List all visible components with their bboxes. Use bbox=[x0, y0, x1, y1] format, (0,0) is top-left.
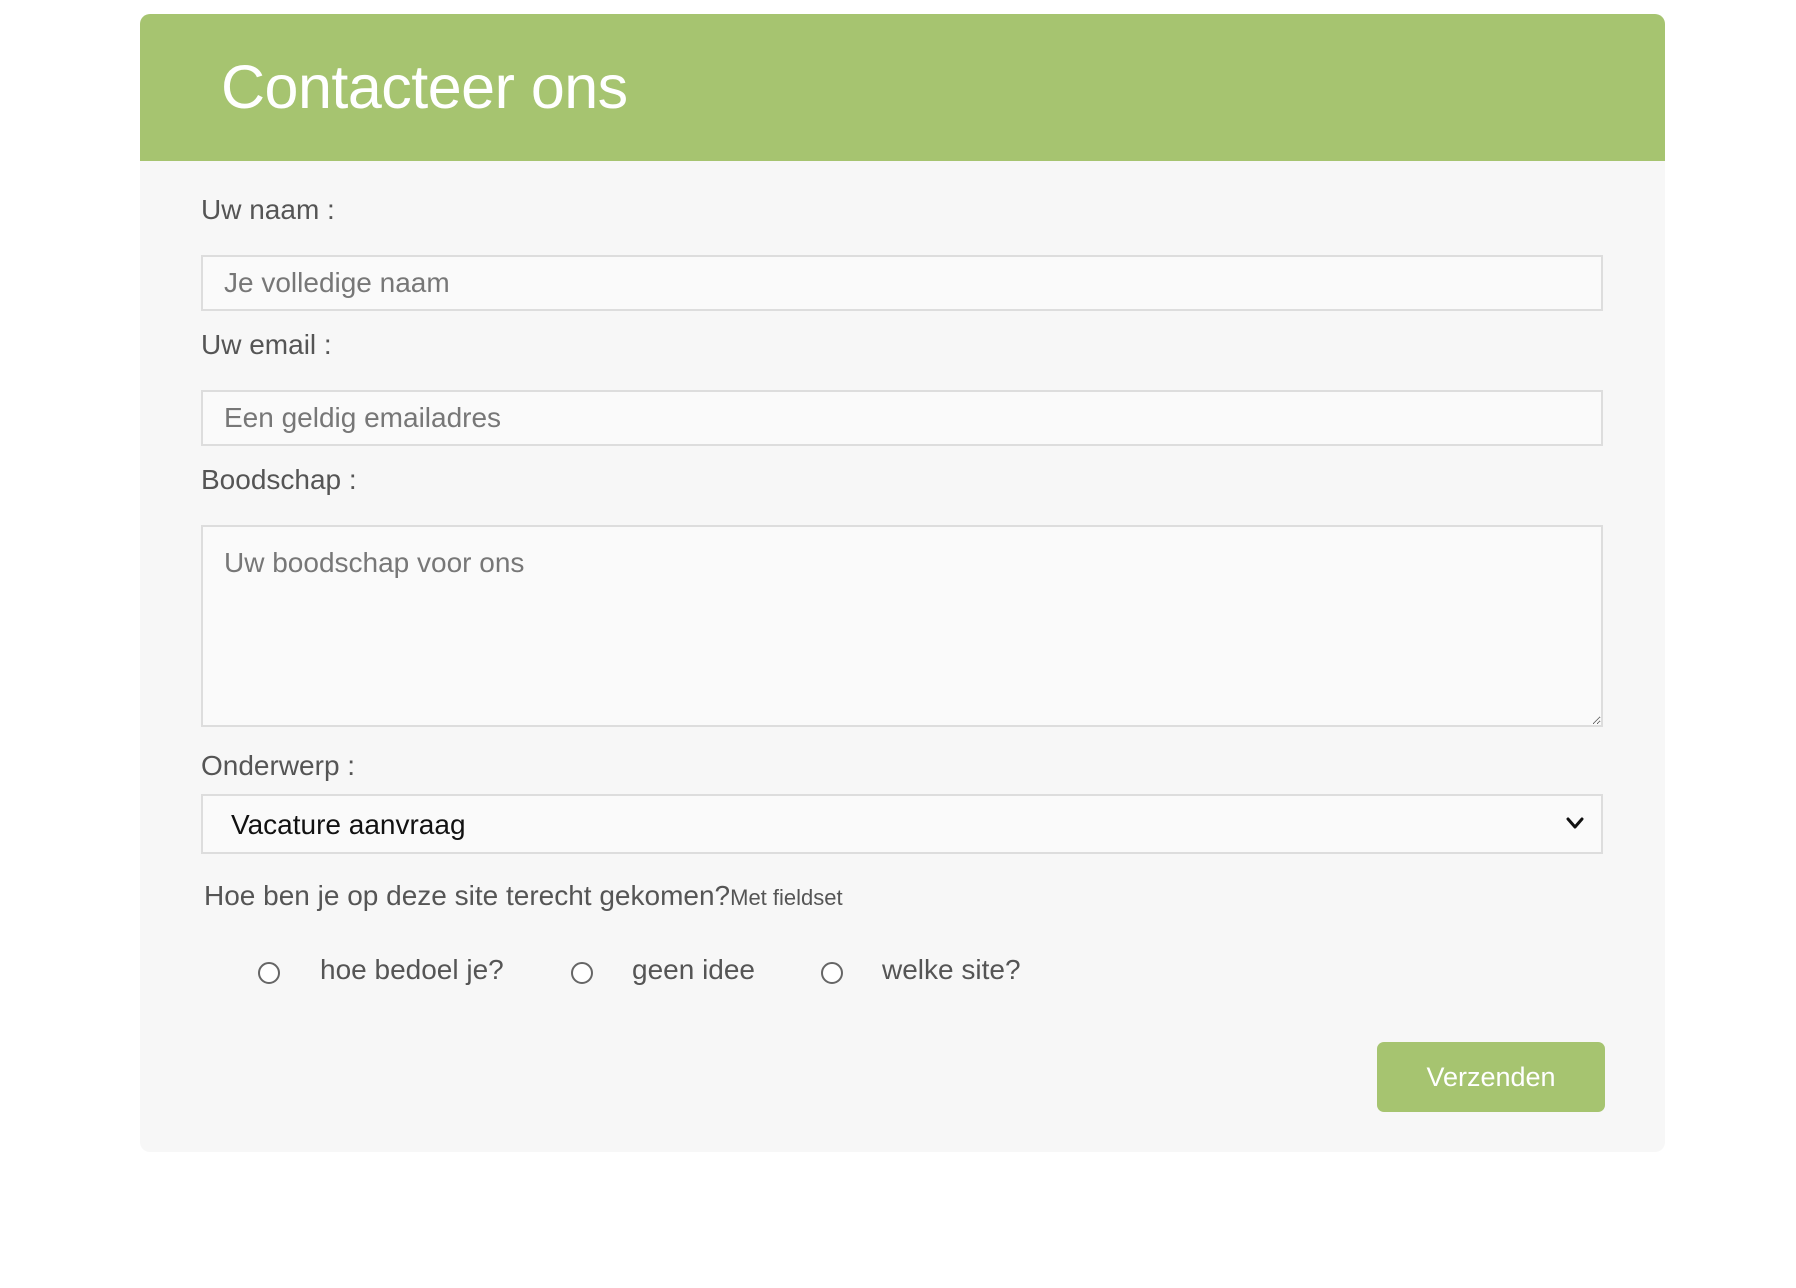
radio-label-welke-site: welke site? bbox=[882, 954, 1021, 985]
submit-button[interactable]: Verzenden bbox=[1377, 1042, 1605, 1112]
chevron-down-icon bbox=[1566, 817, 1584, 829]
radio-welke-site[interactable] bbox=[821, 962, 843, 984]
source-question: Hoe ben je op deze site terecht gekomen? bbox=[204, 880, 731, 911]
message-label: Boodschap : bbox=[201, 464, 357, 495]
radio-label-hoe-bedoel-je: hoe bedoel je? bbox=[320, 954, 504, 985]
source-radio-group: hoe bedoel je? geen idee welke site? bbox=[140, 954, 1140, 994]
subject-label: Onderwerp : bbox=[201, 750, 356, 781]
message-textarea[interactable] bbox=[201, 525, 1603, 727]
subject-selected-value: Vacature aanvraag bbox=[231, 809, 466, 840]
radio-geen-idee[interactable] bbox=[571, 962, 593, 984]
radio-label-geen-idee: geen idee bbox=[632, 954, 756, 985]
radio-hoe-bedoel-je[interactable] bbox=[258, 962, 280, 984]
source-fieldset-legend: Hoe ben je op deze site terecht gekomen?… bbox=[204, 880, 843, 912]
email-label: Uw email : bbox=[201, 329, 332, 360]
name-label: Uw naam : bbox=[201, 194, 335, 225]
form-header: Contacteer ons bbox=[140, 14, 1665, 161]
contact-form-card: Contacteer ons Uw naam : Uw email : Bood… bbox=[140, 14, 1665, 1152]
subject-select[interactable]: Vacature aanvraag bbox=[201, 794, 1603, 854]
fieldset-note: Met fieldset bbox=[730, 885, 843, 910]
name-input[interactable] bbox=[201, 255, 1603, 311]
email-input[interactable] bbox=[201, 390, 1603, 446]
page-title: Contacteer ons bbox=[221, 53, 628, 121]
